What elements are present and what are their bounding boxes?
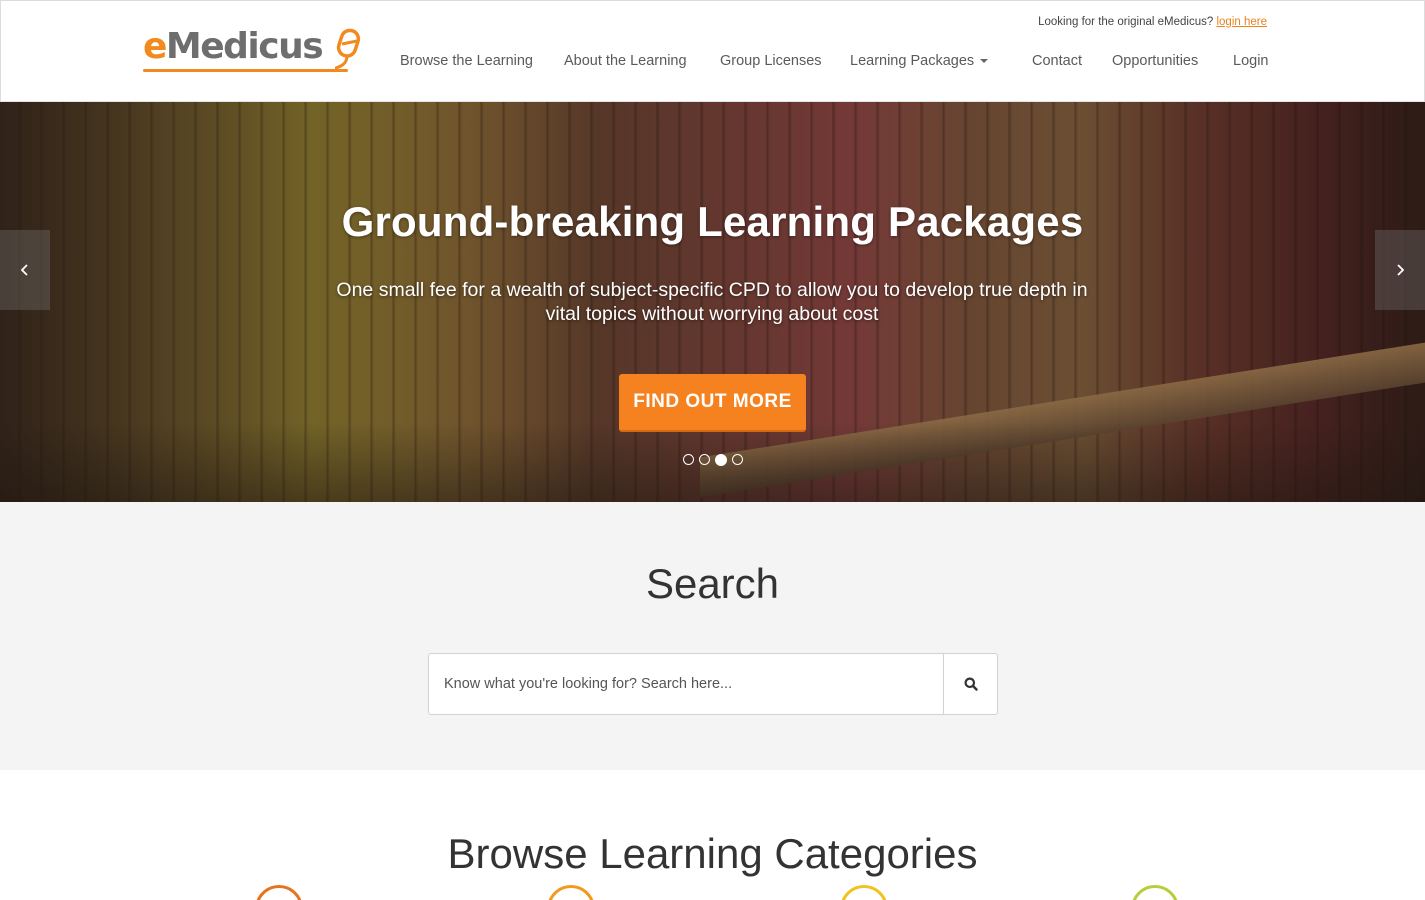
categories-heading: Browse Learning Categories bbox=[447, 830, 978, 877]
search-section: Search bbox=[0, 502, 1425, 770]
nav-opportunities[interactable]: Opportunities bbox=[1112, 53, 1198, 69]
carousel-dot-1[interactable] bbox=[683, 454, 694, 465]
hero-carousel: Ground-breaking Learning Packages One sm… bbox=[0, 102, 1425, 502]
category-icon-4[interactable] bbox=[1131, 885, 1179, 900]
nav-learning-packages[interactable]: Learning Packages bbox=[850, 53, 989, 69]
category-icon-3[interactable] bbox=[840, 885, 888, 900]
search-bar bbox=[428, 653, 998, 715]
original-login-link[interactable]: login here bbox=[1216, 16, 1267, 28]
nav-contact[interactable]: Contact bbox=[1032, 53, 1082, 69]
search-heading: Search bbox=[645, 560, 780, 607]
search-button[interactable] bbox=[943, 654, 997, 714]
caret-down-icon bbox=[980, 59, 989, 64]
nav-browse-learning[interactable]: Browse the Learning bbox=[400, 53, 533, 69]
nav-learning-packages-label: Learning Packages bbox=[850, 53, 975, 69]
chevron-right-icon bbox=[1397, 264, 1405, 276]
carousel-dot-3[interactable] bbox=[715, 453, 727, 466]
carousel-prev-button[interactable] bbox=[0, 230, 50, 310]
carousel-indicators bbox=[683, 453, 743, 466]
category-icon-1[interactable] bbox=[255, 885, 303, 900]
chevron-left-icon bbox=[20, 264, 28, 276]
carousel-dot-2[interactable] bbox=[699, 454, 710, 465]
carousel-dot-4[interactable] bbox=[732, 454, 743, 465]
nav-group-licenses[interactable]: Group Licenses bbox=[720, 53, 822, 69]
nav-login[interactable]: Login bbox=[1233, 53, 1268, 69]
search-input[interactable] bbox=[429, 654, 943, 714]
hero-subtitle: One small fee for a wealth of subject-sp… bbox=[336, 279, 1088, 325]
topnote-text: Looking for the original eMedicus? bbox=[1038, 16, 1214, 28]
hero-title: Ground-breaking Learning Packages bbox=[341, 198, 1084, 245]
category-icon-2[interactable] bbox=[547, 885, 595, 900]
nav-about-learning[interactable]: About the Learning bbox=[564, 53, 687, 69]
main-nav: Browse the Learning About the Learning G… bbox=[1, 53, 1424, 73]
site-header: eMedicus Looking for the original eMedic… bbox=[0, 0, 1425, 102]
find-out-more-button[interactable]: FIND OUT MORE bbox=[619, 374, 806, 432]
carousel-next-button[interactable] bbox=[1375, 230, 1425, 310]
original-emedicus-note: Looking for the original eMedicus? login… bbox=[1038, 16, 1267, 28]
search-icon bbox=[964, 677, 978, 691]
